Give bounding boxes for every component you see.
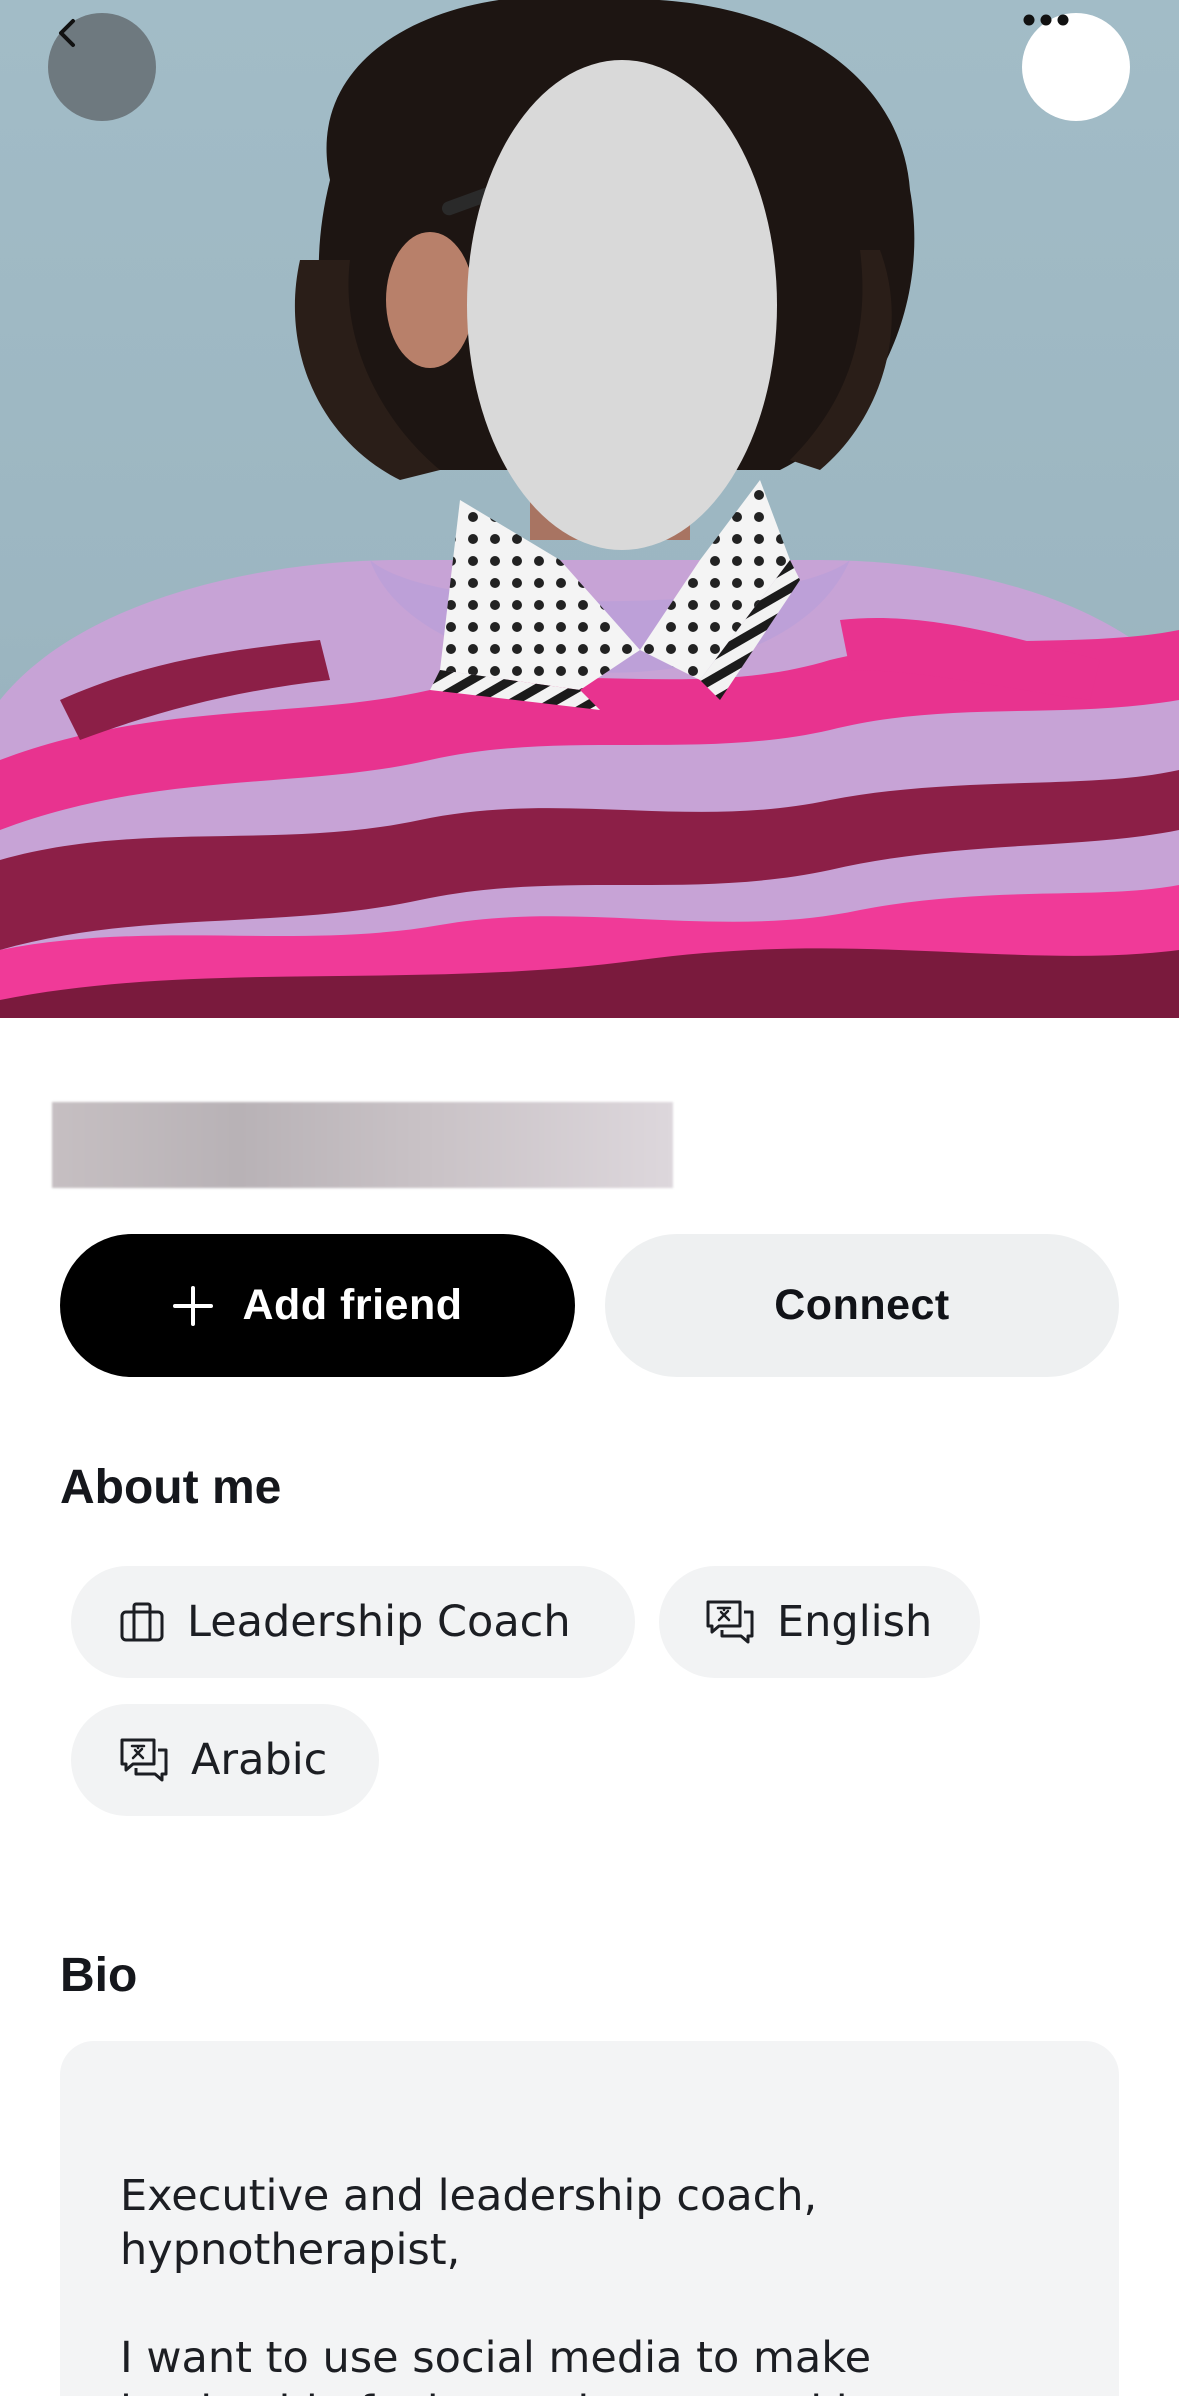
chip-language-arabic: Arabic — [71, 1704, 379, 1816]
back-button[interactable] — [48, 13, 156, 121]
bio-card: Executive and leadership coach, hypnothe… — [60, 2041, 1119, 2396]
profile-photo-illustration — [0, 0, 1179, 1018]
add-friend-button[interactable]: Add friend — [60, 1234, 575, 1377]
bio-text: Executive and leadership coach, hypnothe… — [120, 2171, 919, 2396]
chip-occupation: Leadership Coach — [71, 1566, 635, 1678]
profile-screen: Add friend Connect About me Leadership C… — [0, 0, 1179, 2396]
add-friend-label: Add friend — [242, 1281, 463, 1329]
chip-label: Leadership Coach — [187, 1597, 571, 1647]
chip-language-english: English — [659, 1566, 980, 1678]
chip-label: Arabic — [191, 1735, 328, 1785]
connect-label: Connect — [774, 1281, 950, 1329]
profile-name-redacted — [52, 1102, 673, 1188]
chip-label: English — [777, 1597, 933, 1647]
translate-icon — [705, 1599, 755, 1645]
about-me-heading: About me — [60, 1461, 282, 1514]
connect-button[interactable]: Connect — [605, 1234, 1119, 1377]
briefcase-icon — [119, 1601, 165, 1643]
translate-icon — [119, 1737, 169, 1783]
more-options-button[interactable] — [1022, 13, 1130, 121]
plus-icon — [172, 1285, 213, 1326]
profile-photo — [0, 0, 1179, 1018]
bio-heading: Bio — [60, 1949, 138, 2002]
